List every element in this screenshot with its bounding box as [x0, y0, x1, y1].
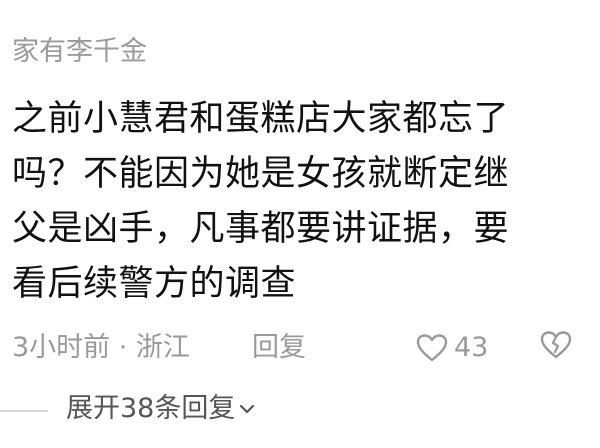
like-button[interactable]: 43	[416, 328, 488, 368]
comment-body-line: 之前小慧君和蛋糕店大家都忘了	[12, 99, 510, 139]
comment-body-line: 吗？不能因为她是女孩就断定继	[12, 154, 510, 194]
comment-meta-row: 3小时前 · 浙江 回复 43	[12, 326, 588, 370]
replies-divider	[0, 410, 48, 412]
expand-replies-row: 展开38条回复	[0, 388, 600, 432]
like-count: 43	[454, 332, 489, 363]
comment-time-location: 3小时前 · 浙江	[12, 332, 190, 363]
dislike-button[interactable]	[540, 330, 572, 364]
expand-replies-button[interactable]: 展开38条回复	[66, 390, 255, 428]
reply-button[interactable]: 回复	[252, 330, 306, 366]
heart-outline-icon	[416, 333, 448, 363]
comment-body: 之前小慧君和蛋糕店大家都忘了 吗？不能因为她是女孩就断定继 父是凶手，凡事都要讲…	[12, 92, 588, 312]
comment-card: 家有李千金 之前小慧君和蛋糕店大家都忘了 吗？不能因为她是女孩就断定继 父是凶手…	[0, 0, 600, 448]
comment-username[interactable]: 家有李千金	[12, 34, 147, 70]
broken-heart-icon	[540, 331, 572, 364]
expand-replies-label: 展开38条回复	[66, 393, 236, 424]
chevron-down-icon	[235, 403, 255, 415]
comment-body-line: 看后续警方的调查	[12, 264, 297, 304]
comment-body-line: 父是凶手，凡事都要讲证据，要	[12, 209, 510, 249]
